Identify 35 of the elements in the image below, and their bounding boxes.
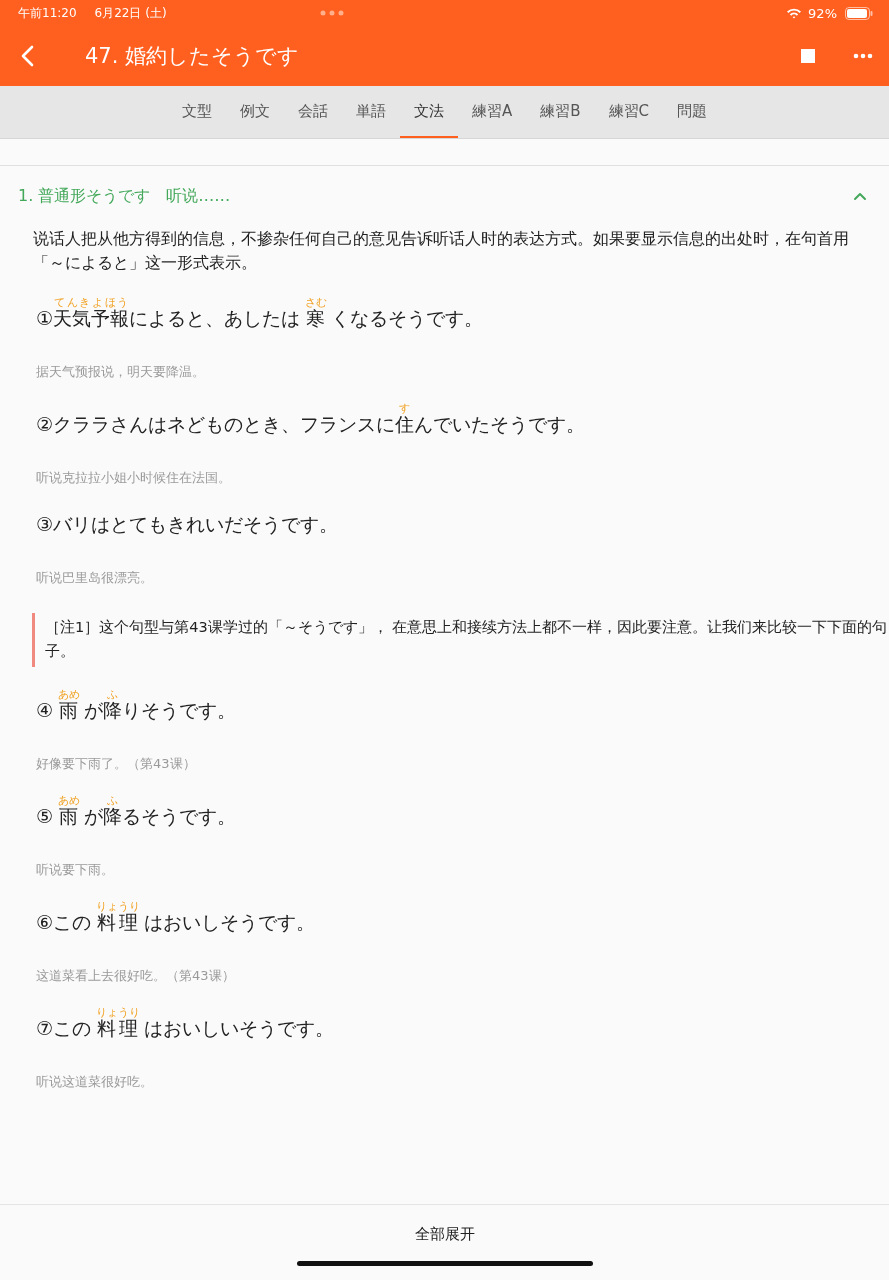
tab[interactable]: 練習C — [594, 86, 663, 138]
example-sentence: ⑤ 雨 あめ が降 ふ るそうです。 — [36, 795, 238, 829]
multitasking-dots-icon — [319, 10, 344, 16]
status-date: 6月22日 (土) — [94, 4, 167, 22]
translation-text: 这道菜看上去很好吃。（第43课） — [36, 967, 236, 985]
translation-text: 听说克拉拉小姐小时候住在法国。 — [36, 469, 232, 487]
section-title: 1. 普通形そうです 听说…… — [18, 186, 231, 207]
status-time: 午前11:20 — [18, 4, 77, 22]
translation-text: 听说要下雨。 — [36, 861, 115, 879]
wifi-icon — [786, 7, 803, 19]
battery-icon — [845, 6, 873, 20]
lesson-title: 47. 婚約したそうです — [85, 43, 300, 70]
translation-text: 据天气预报说，明天要降温。 — [36, 363, 206, 381]
expand-all-button[interactable]: 全部展开 — [404, 1221, 485, 1248]
tab[interactable]: 会話 — [283, 86, 342, 138]
example-sentence: ⑥この 料理 りょうり はおいしそうです。 — [36, 901, 317, 935]
note-block: ［注1］这个句型与第43课学过的「～そうです」， 在意思上和接续方法上都不一样，因此要注意。让我们来比较一下下面的句子。 — [32, 613, 889, 667]
translation-text: 听说巴里岛很漂亮。 — [36, 569, 154, 587]
tab[interactable]: 単語 — [341, 86, 400, 138]
translation-text: 听说这道菜很好吃。 — [36, 1073, 154, 1091]
tab[interactable]: 問題 — [663, 86, 721, 138]
example-sentence: ②クララさんはネどものとき、フランスに住 す んでいたそうです。 — [36, 403, 587, 437]
example-sentence: ⑦この 料理 りょうり はおいしいそうです。 — [36, 1007, 336, 1041]
tab[interactable]: 練習B — [526, 86, 595, 138]
back-chevron-icon — [20, 45, 34, 67]
more-icon[interactable] — [853, 53, 873, 59]
example-sentence: ④ 雨 あめ が降 ふ りそうです。 — [36, 689, 238, 723]
explanation-paragraph: 说话人把从他方得到的信息，不掺杂任何自己的意见告诉听话人时的表达方式。如果要显示信息的出处时，在句首用「～によると」这一形式表示。 — [33, 229, 850, 274]
tab[interactable]: 例文 — [225, 86, 284, 138]
tab[interactable]: 練習A — [457, 86, 527, 138]
example-sentence: ①天気予報 てんきよほう によると、あしたは 寒 さむ くなるそうです。 — [36, 297, 485, 331]
translation-text: 好像要下雨了。（第43课） — [36, 755, 197, 773]
example-sentence: ③バリはとてもきれいだそうです。 — [36, 512, 340, 537]
tab[interactable]: 文型 — [167, 86, 226, 138]
battery-percentage: 92% — [808, 5, 837, 21]
